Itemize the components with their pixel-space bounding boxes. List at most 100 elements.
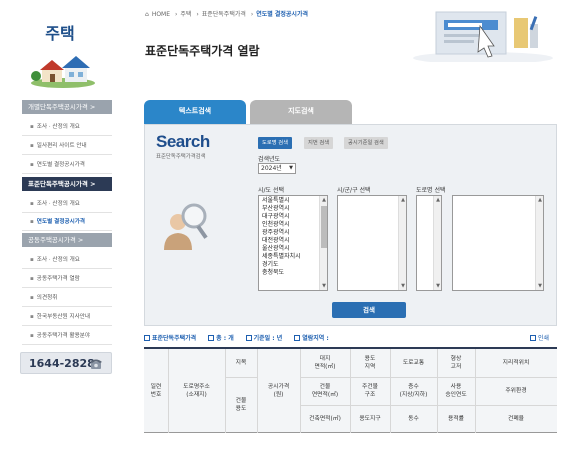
sido-label: 시/도 선택	[258, 187, 285, 194]
scroll-up-icon[interactable]: ▲	[320, 196, 328, 204]
road-name-scrollbar[interactable]: ▲ ▼	[535, 196, 543, 290]
search-button[interactable]: 검색	[332, 302, 406, 318]
breadcrumb-home[interactable]: HOME	[152, 11, 170, 18]
th-build-area: 건축면적(㎡)	[309, 416, 341, 422]
sido-option[interactable]: 세종특별자치시	[260, 253, 320, 261]
sido-option[interactable]: 울산광역시	[260, 245, 320, 253]
breadcrumb-house[interactable]: 주택	[180, 11, 191, 18]
sidebar-item-label: 의견청취	[36, 295, 58, 301]
base-date-search-button[interactable]: 공시기준일 검색	[344, 137, 388, 149]
year-select[interactable]: 2024년 ▼	[258, 163, 296, 174]
scroll-up-icon[interactable]: ▲	[536, 196, 544, 204]
sido-option[interactable]: 대구광역시	[260, 213, 320, 221]
sido-scrollbar[interactable]: ▲ ▼	[319, 196, 327, 290]
road-name-listbox[interactable]: ▲ ▼	[452, 195, 544, 291]
jibun-search-button[interactable]: 지번 검색	[304, 137, 334, 149]
square-icon	[144, 335, 150, 341]
sidebar-item-branch-info[interactable]: ▪ 한국부동산원 지사안내	[22, 308, 112, 326]
sidebar-item-ilsa-site[interactable]: ▪ 일사편리 사이트 안내	[22, 137, 112, 155]
person-magnifier-icon	[164, 203, 208, 250]
breadcrumb-current: 연도별 결정공시가격	[256, 11, 308, 18]
th-units: 동수	[408, 416, 419, 422]
result-table-header: 일련 번호 도로명주소 (소재지) 지목 건물 용도 공시가격 (원) 대지 면…	[144, 349, 557, 433]
road-name-search-button[interactable]: 도로명 검색	[258, 137, 293, 149]
sidebar-item-label: 조사 · 산정의 개요	[36, 201, 80, 207]
scroll-up-icon[interactable]: ▲	[434, 196, 442, 204]
road-initial-listbox[interactable]: ▲ ▼	[416, 195, 442, 291]
sido-option[interactable]: 광주광역시	[260, 229, 320, 237]
sidebar-item-apartment-usage[interactable]: ▪ 공동주택가격 활용분야	[22, 327, 112, 345]
sido-option[interactable]: 서울특별시	[260, 197, 320, 205]
page-title: 표준단독주택가격 열람	[145, 44, 260, 58]
th-floors: 층수 (지상/지하)	[399, 384, 428, 398]
scroll-up-icon[interactable]: ▲	[399, 196, 407, 204]
sido-option[interactable]: 인천광역시	[260, 221, 320, 229]
breadcrumb: ⌂ HOME › 주택 › 표준단독주택가격 › 연도별 결정공시가격	[145, 11, 308, 18]
th-approval-year: 사용 승인연도	[445, 384, 467, 398]
document-illustration-icon	[413, 11, 553, 62]
sidebar-item-standard-overview[interactable]: ▪ 조사 · 산정의 개요	[22, 195, 112, 213]
print-icon	[530, 335, 536, 341]
th-land-area: 대지 면적(㎡)	[314, 356, 336, 370]
scroll-down-icon[interactable]: ▼	[434, 282, 442, 290]
sido-option[interactable]: 부산광역시	[260, 205, 320, 213]
sidebar-item-individual-overview[interactable]: ▪ 조사 · 산정의 개요	[22, 118, 112, 136]
sigungu-label: 시/군/구 선택	[337, 187, 371, 194]
th-coverage: 건폐율	[508, 416, 524, 422]
th-geo: 지리적위치	[502, 360, 530, 366]
th-price: 공시가격 (원)	[267, 384, 290, 398]
sido-option[interactable]: 경기도	[260, 261, 320, 269]
sido-option[interactable]: 충청북도	[260, 269, 320, 277]
info-base-year: 기준일 : 년	[245, 335, 282, 342]
th-road: 도로교통	[402, 360, 425, 366]
home-icon[interactable]: ⌂	[145, 11, 149, 18]
sido-option[interactable]: 대전광역시	[260, 237, 320, 245]
sidebar-item-label: 조사 · 산정의 개요	[36, 124, 80, 130]
th-shape: 형상 고저	[450, 356, 462, 370]
telephone-icon	[90, 359, 102, 369]
road-label: 도로명 선택	[416, 187, 446, 194]
house-illustration-icon	[31, 56, 95, 88]
sidebar-item-standard-yearly[interactable]: ▪ 연도별 결정공시가격	[22, 213, 112, 231]
sidebar-section-standard-house[interactable]: 표준단독주택공시가격 >	[22, 177, 112, 191]
square-icon	[245, 335, 252, 341]
sidebar-item-label: 한국부동산원 지사안내	[36, 314, 91, 320]
th-jimok: 지목	[235, 360, 247, 366]
print-button[interactable]: 인쇄	[530, 333, 549, 342]
th-district: 용도지구	[359, 416, 381, 422]
result-info-bar: 표준단독주택가격 총 : 개 기준일 : 년 열람지역 :	[144, 333, 557, 345]
th-zone: 용도 지역	[364, 356, 376, 370]
sidebar-item-label: 공동주택가격 열람	[36, 276, 80, 282]
scroll-down-icon[interactable]: ▼	[536, 282, 544, 290]
breadcrumb-standard-price[interactable]: 표준단독주택가격	[202, 11, 246, 18]
square-icon	[208, 335, 215, 341]
sidebar-section-apartment[interactable]: 공동주택공시가격 >	[22, 233, 112, 247]
sidebar-item-label: 공동주택가격 활용분야	[36, 333, 91, 339]
sidebar-item-individual-yearly[interactable]: ▪ 연도별 결정공시가격	[22, 156, 112, 174]
th-serial: 일련 번호	[150, 384, 162, 398]
sidebar-item-label: 조사 · 산정의 개요	[36, 257, 80, 263]
info-area: 열람지역 :	[294, 335, 329, 342]
scroll-down-icon[interactable]: ▼	[320, 282, 328, 290]
sidebar-item-label: 연도별 결정공시가격	[36, 219, 86, 225]
year-select-value: 2024년	[261, 165, 282, 172]
sidebar-item-label: 연도별 결정공시가격	[36, 162, 85, 168]
tab-text-search[interactable]: 텍스트검색	[144, 100, 246, 124]
th-address: 도로명주소 (소재지)	[183, 384, 210, 398]
sido-scroll-thumb[interactable]	[321, 206, 327, 248]
phone-number: 1644-2828	[29, 357, 95, 370]
scroll-down-icon[interactable]: ▼	[399, 282, 407, 290]
sigungu-listbox[interactable]: ▲ ▼	[337, 195, 407, 291]
th-floor-ratio: 용적률	[448, 416, 464, 422]
road-initial-scrollbar[interactable]: ▲ ▼	[433, 196, 441, 290]
sidebar-item-apartment-view[interactable]: ▪ 공동주택가격 열람	[22, 270, 112, 288]
tab-map-search[interactable]: 지도검색	[250, 100, 352, 124]
sido-listbox[interactable]: 서울특별시 부산광역시 대구광역시 인천광역시 광주광역시 대전광역시 울산광역…	[258, 195, 328, 291]
sigungu-scrollbar[interactable]: ▲ ▼	[398, 196, 406, 290]
th-environment: 주위환경	[505, 388, 527, 394]
sidebar-item-opinion[interactable]: ▪ 의견청취	[22, 289, 112, 307]
sidebar-item-apartment-overview[interactable]: ▪ 조사 · 산정의 개요	[22, 251, 112, 269]
phone-box: 1644-2828	[20, 352, 112, 374]
sidebar-section-individual-house[interactable]: 개별단독주택공시가격 >	[22, 100, 112, 114]
th-structure: 주건물 구조	[362, 384, 378, 398]
